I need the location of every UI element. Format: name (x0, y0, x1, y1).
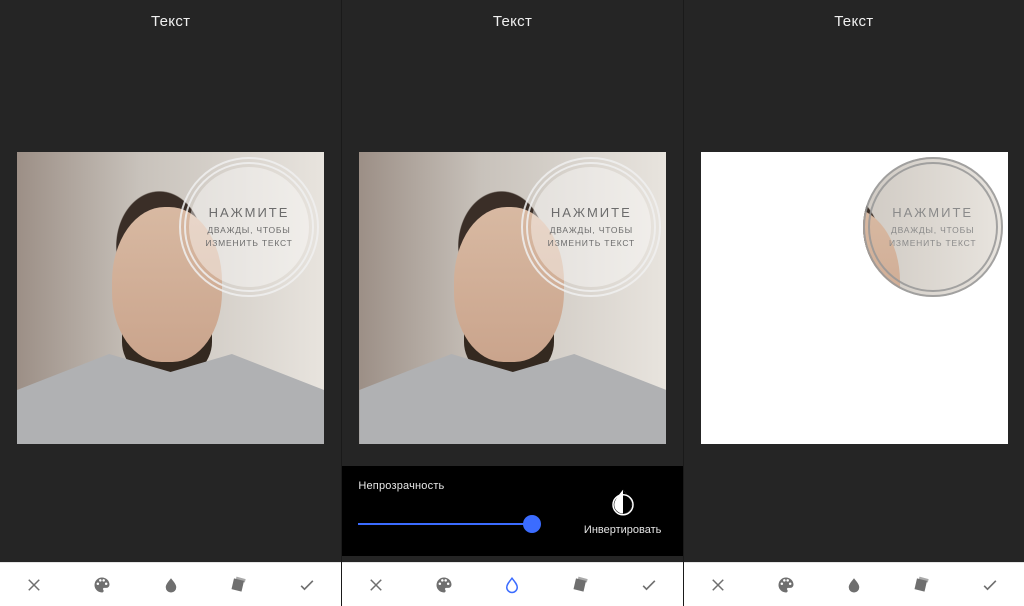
panel-title: Текст (684, 0, 1024, 30)
card-icon (571, 575, 591, 595)
close-icon (25, 576, 43, 594)
stamp-line1: НАЖМИТЕ (889, 203, 976, 224)
panel-title: Текст (0, 0, 341, 30)
opacity-popover: Непрозрачность Инвертировать (342, 466, 682, 556)
bottom-toolbar (342, 562, 682, 606)
editor-panel-2: Текст НАЖМИТЕ ДВАЖДЫ, ЧТОБЫ ИЗМЕНИТЬ ТЕК… (341, 0, 682, 606)
text-stamp[interactable]: НАЖМИТЕ ДВАЖДЫ, ЧТОБЫ ИЗМЕНИТЬ ТЕКСТ (863, 157, 1003, 297)
confirm-button[interactable] (630, 566, 668, 604)
invert-button[interactable]: Инвертировать (563, 466, 683, 556)
stamp-line3: ИЗМЕНИТЬ ТЕКСТ (548, 237, 635, 251)
close-button[interactable] (357, 566, 395, 604)
close-button[interactable] (15, 566, 53, 604)
drop-icon (845, 576, 863, 594)
palette-button[interactable] (425, 566, 463, 604)
text-stamp[interactable]: НАЖМИТЕ ДВАЖДЫ, ЧТОБЫ ИЗМЕНИТЬ ТЕКСТ (179, 157, 319, 297)
text-stamp[interactable]: НАЖМИТЕ ДВАЖДЫ, ЧТОБЫ ИЗМЕНИТЬ ТЕКСТ (521, 157, 661, 297)
bottom-toolbar (0, 562, 341, 606)
confirm-button[interactable] (971, 566, 1009, 604)
stamp-line2: ДВАЖДЫ, ЧТОБЫ (548, 224, 635, 238)
stamp-line1: НАЖМИТЕ (548, 203, 635, 224)
palette-icon (776, 575, 796, 595)
opacity-button[interactable] (835, 566, 873, 604)
card-icon (229, 575, 249, 595)
bottom-toolbar (684, 562, 1024, 606)
close-icon (367, 576, 385, 594)
check-icon (297, 575, 317, 595)
opacity-button[interactable] (152, 566, 190, 604)
stamp-line2: ДВАЖДЫ, ЧТОБЫ (889, 224, 976, 238)
editor-panel-3: Текст НАЖМИТЕ ДВАЖДЫ, ЧТОБЫ ИЗМЕНИТЬ ТЕК… (683, 0, 1024, 606)
stamp-line3: ИЗМЕНИТЬ ТЕКСТ (205, 237, 292, 251)
panel-title: Текст (342, 0, 682, 30)
image-canvas[interactable]: НАЖМИТЕ ДВАЖДЫ, ЧТОБЫ ИЗМЕНИТЬ ТЕКСТ (359, 152, 666, 444)
drop-icon (162, 576, 180, 594)
opacity-label: Непрозрачность (358, 480, 546, 492)
close-icon (709, 576, 727, 594)
drop-icon (503, 576, 521, 594)
image-canvas[interactable]: НАЖМИТЕ ДВАЖДЫ, ЧТОБЫ ИЗМЕНИТЬ ТЕКСТ (17, 152, 324, 444)
palette-button[interactable] (767, 566, 805, 604)
stamp-line1: НАЖМИТЕ (205, 203, 292, 224)
style-button[interactable] (562, 566, 600, 604)
palette-icon (434, 575, 454, 595)
opacity-button[interactable] (493, 566, 531, 604)
invert-icon (608, 486, 638, 516)
style-button[interactable] (220, 566, 258, 604)
palette-button[interactable] (83, 566, 121, 604)
check-icon (639, 575, 659, 595)
check-icon (980, 575, 1000, 595)
close-button[interactable] (699, 566, 737, 604)
stamp-line3: ИЗМЕНИТЬ ТЕКСТ (889, 237, 976, 251)
opacity-slider[interactable] (358, 514, 546, 534)
image-canvas[interactable]: НАЖМИТЕ ДВАЖДЫ, ЧТОБЫ ИЗМЕНИТЬ ТЕКСТ (701, 152, 1008, 444)
stamp-line2: ДВАЖДЫ, ЧТОБЫ (205, 224, 292, 238)
confirm-button[interactable] (288, 566, 326, 604)
editor-panel-1: Текст НАЖМИТЕ ДВАЖДЫ, ЧТОБЫ ИЗМЕНИТЬ ТЕК… (0, 0, 341, 606)
invert-label: Инвертировать (584, 524, 661, 536)
palette-icon (92, 575, 112, 595)
style-button[interactable] (903, 566, 941, 604)
card-icon (912, 575, 932, 595)
